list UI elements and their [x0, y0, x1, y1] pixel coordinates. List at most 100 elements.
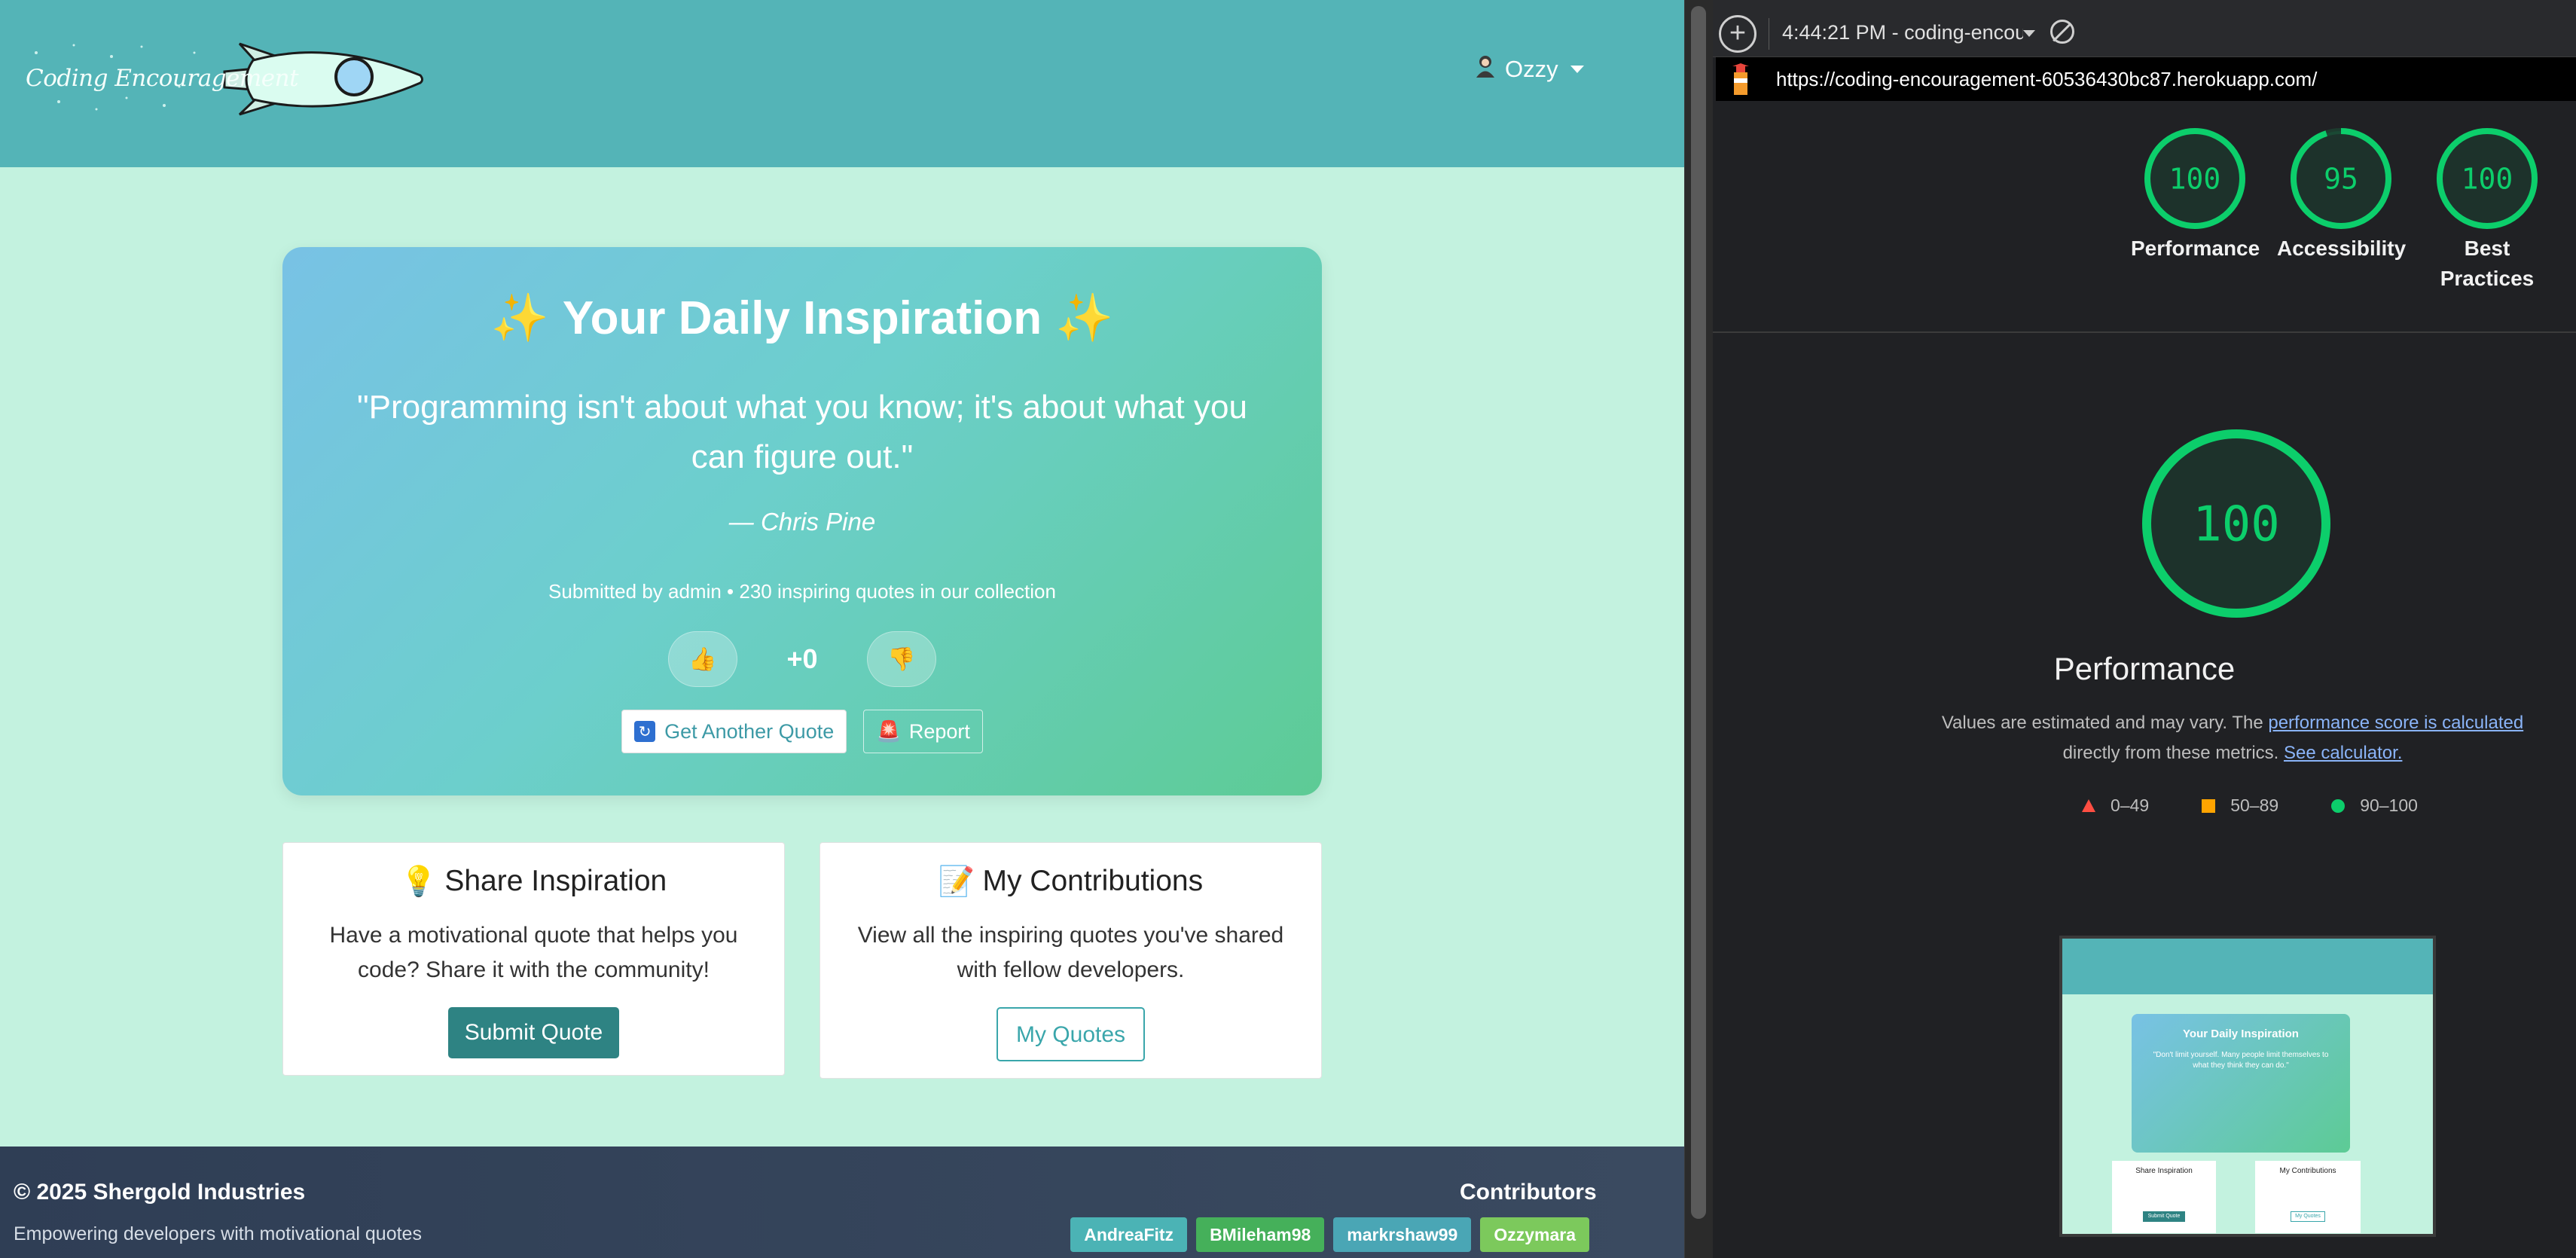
report-label: Report	[908, 719, 970, 743]
thumb-contrib-title: My Contributions	[2279, 1167, 2336, 1175]
report-url[interactable]: https://coding-encouragement-60536430bc8…	[1776, 68, 2317, 91]
hero-title: ✨ Your Daily Inspiration ✨	[282, 291, 1322, 346]
upvote-button[interactable]: 👍	[668, 631, 737, 687]
hero-title-text: Your Daily Inspiration	[562, 292, 1042, 344]
score-ring: 100	[2437, 128, 2538, 229]
thumb-share-title: Share Inspiration	[2135, 1167, 2193, 1175]
app-viewport: Coding Encouragement Ozzy ✨ Your Daily In…	[0, 0, 1684, 1258]
see-calculator-link[interactable]: See calculator.	[2284, 743, 2402, 763]
share-card-title-text: Share Inspiration	[444, 865, 667, 897]
share-card-text: Have a motivational quote that helps you…	[329, 923, 738, 982]
final-screenshot-thumbnail[interactable]: Your Daily Inspiration "Don't limit your…	[2059, 936, 2436, 1237]
refresh-icon: ↻	[634, 721, 656, 742]
thumbs-up-icon: 👍	[688, 646, 717, 672]
report-url-bar: https://coding-encouragement-60536430bc8…	[1716, 57, 2576, 101]
logo-text: Coding Encouragement	[26, 65, 299, 92]
score-ring: 100	[2144, 128, 2245, 229]
get-another-quote-button[interactable]: ↻ Get Another Quote	[621, 710, 847, 753]
legend-fail-label: 0–49	[2111, 795, 2150, 815]
score-calculated-link[interactable]: performance score is calculated	[2268, 713, 2523, 733]
category-scores: 100 Performance 95 Accessibility 100 Best Prac…	[1713, 128, 2576, 309]
square-icon	[2202, 798, 2216, 813]
user-menu[interactable]: Ozzy	[1473, 54, 1584, 84]
scrollbar-thumb[interactable]	[1691, 6, 1706, 1219]
contributor-badge[interactable]: BMileham98	[1196, 1217, 1325, 1252]
report-selector[interactable]: 4:44:21 PM - coding-encoura	[1782, 21, 2023, 44]
score-label: SEO	[2569, 234, 2576, 264]
sparkle-icon: ✨	[490, 292, 549, 344]
performance-description: Values are estimated and may vary. The p…	[1939, 708, 2526, 768]
legend-average-label: 50–89	[2230, 795, 2279, 815]
thumb-card-share: Share Inspiration Submit Quote	[2112, 1161, 2216, 1233]
score-label: Accessibility	[2277, 237, 2407, 260]
divider	[1713, 331, 2576, 333]
desc-text: directly from these metrics.	[2062, 743, 2284, 763]
quote-text: "Programming isn't about what you know; …	[357, 389, 1247, 475]
user-name: Ozzy	[1505, 56, 1558, 82]
get-another-quote-label: Get Another Quote	[664, 719, 835, 743]
report-button[interactable]: 🚨 Report	[863, 710, 983, 753]
footer-copyright: © 2025 Shergold Industries	[14, 1180, 306, 1205]
lighthouse-icon	[1732, 63, 1749, 95]
performance-title: Performance	[2053, 651, 2236, 686]
devtools-tab-strip	[1713, 0, 2576, 9]
score-legend: 0–49 50–89 90–100	[1713, 795, 2576, 816]
triangle-icon	[2082, 799, 2096, 812]
thumbs-down-icon: 👎	[887, 646, 916, 672]
daily-inspiration-card: ✨ Your Daily Inspiration ✨ "Programming is…	[282, 247, 1322, 795]
thumb-hero: Your Daily Inspiration "Don't limit your…	[2132, 1014, 2350, 1153]
contributor-badge[interactable]: Ozzymara	[1480, 1217, 1589, 1252]
thumb-card-contrib: My Contributions My Quotes	[2255, 1161, 2361, 1233]
contributors-list: AndreaFitz BMileham98 markrshaw99 Ozzyma…	[1070, 1217, 1589, 1252]
site-footer: © 2025 Shergold Industries Empowering de…	[0, 1147, 1684, 1258]
sparkle-icon: ✨	[1055, 292, 1114, 344]
app-header: Coding Encouragement Ozzy	[0, 0, 1684, 167]
main-score-ring: 100	[2142, 429, 2330, 618]
gauge-value: 100	[2462, 162, 2513, 195]
score-ring: 95	[2291, 128, 2391, 229]
score-gauge-performance[interactable]: 100 Performance	[2131, 128, 2260, 264]
contributor-badge[interactable]: AndreaFitz	[1070, 1217, 1188, 1252]
new-report-button[interactable]: +	[1719, 15, 1757, 53]
score-gauge-seo[interactable]: 91SEO	[2569, 128, 2576, 264]
gauge-value: 100	[2169, 162, 2221, 195]
desc-text: Values are estimated and may vary. The	[1941, 713, 2269, 733]
thumb-myquotes: My Quotes	[2291, 1211, 2325, 1222]
legend-pass-label: 90–100	[2360, 795, 2418, 815]
score-label: Performance	[2131, 237, 2260, 260]
footer-tagline: Empowering developers with motivational …	[14, 1223, 422, 1244]
contributor-badge[interactable]: markrshaw99	[1333, 1217, 1472, 1252]
vote-controls: 👍 +0 👎	[282, 631, 1322, 687]
downvote-button[interactable]: 👎	[867, 631, 936, 687]
share-card-title: 💡 Share Inspiration	[283, 864, 784, 899]
score-gauge-best-practices[interactable]: 100 Best Practices	[2423, 128, 2551, 294]
thumb-submit: Submit Quote	[2143, 1211, 2185, 1222]
page-scrollbar[interactable]	[1684, 0, 1713, 1258]
score-label: Best Practices	[2440, 237, 2535, 290]
contributors-heading: Contributors	[1460, 1180, 1597, 1205]
circle-icon	[2331, 798, 2346, 813]
my-contributions-card: 📝 My Contributions View all the inspirin…	[819, 842, 1322, 1079]
contrib-card-title-text: My Contributions	[982, 865, 1204, 897]
thumb-header	[2062, 939, 2433, 994]
contrib-card-title: 📝 My Contributions	[820, 864, 1321, 899]
chevron-down-icon	[1570, 66, 1584, 73]
site-logo[interactable]: Coding Encouragement	[14, 30, 443, 128]
gauge-value: 95	[2324, 162, 2358, 195]
share-inspiration-card: 💡 Share Inspiration Have a motivational …	[282, 842, 785, 1076]
performance-gauge: 100	[2142, 429, 2330, 618]
memo-icon: 📝	[938, 866, 975, 898]
submitted-info: Submitted by admin • 230 inspiring quote…	[548, 580, 1056, 603]
lighthouse-panel: + 4:44:21 PM - coding-encoura https://co…	[1713, 0, 2576, 1258]
submit-quote-button[interactable]: Submit Quote	[447, 1007, 620, 1058]
siren-icon: 🚨	[876, 720, 902, 743]
score-gauge-accessibility[interactable]: 95 Accessibility	[2277, 128, 2407, 264]
thumb-title: Your Daily Inspiration	[2183, 1027, 2299, 1040]
chevron-down-icon[interactable]	[2023, 30, 2035, 37]
thumb-quote: "Don't limit yourself. Many people limit…	[2153, 1051, 2329, 1070]
clear-reports-icon[interactable]	[2050, 20, 2074, 44]
legend-fail: 0–49	[2082, 795, 2149, 816]
quote-actions: ↻ Get Another Quote 🚨 Report	[282, 710, 1322, 753]
contrib-card-text: View all the inspiring quotes you've sha…	[857, 923, 1284, 982]
my-quotes-button[interactable]: My Quotes	[996, 1007, 1146, 1061]
